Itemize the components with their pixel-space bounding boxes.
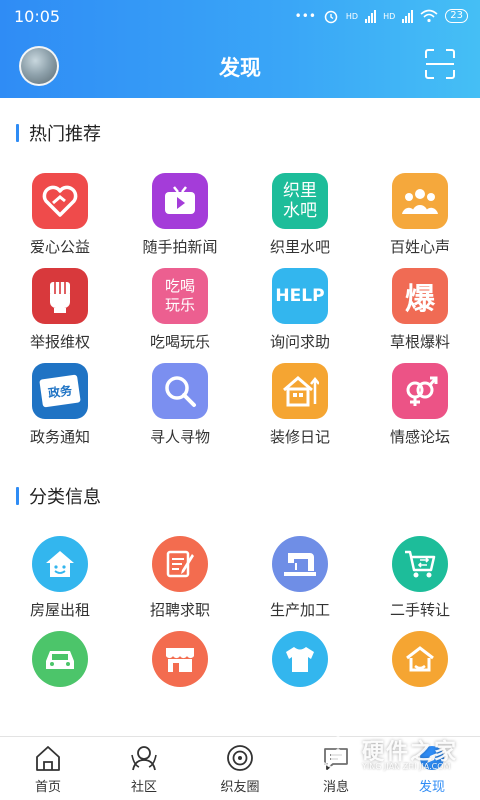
fist-icon bbox=[32, 268, 88, 324]
circle-icon bbox=[227, 745, 253, 771]
tv-icon bbox=[152, 173, 208, 229]
community-icon bbox=[131, 746, 157, 771]
hot-item-label: 草根爆料 bbox=[389, 333, 450, 351]
burst-icon: 爆 bbox=[392, 268, 448, 324]
home-icon bbox=[36, 746, 60, 771]
heart-icon bbox=[32, 173, 88, 229]
watermark-pinyin: YING JIAN ZHI JIA.COM bbox=[362, 762, 451, 771]
classified-item-second-hand[interactable]: 二手转让 bbox=[360, 536, 480, 631]
classified-item-clothing[interactable] bbox=[240, 631, 360, 726]
hot-item-label: 政务通知 bbox=[29, 428, 90, 446]
sewing-machine-icon bbox=[272, 536, 328, 592]
watermark: 硬件之家 YING JIAN ZHI JIA.COM bbox=[318, 728, 468, 780]
hot-item-label: 装修日记 bbox=[269, 428, 330, 446]
house-face-icon bbox=[32, 536, 88, 592]
car-icon bbox=[32, 631, 88, 687]
status-bar: 10:05 ••• HD HD 23 bbox=[0, 0, 480, 34]
status-time: 10:05 bbox=[14, 7, 61, 26]
section-hot-label: 热门推荐 bbox=[29, 124, 101, 145]
alarm-icon bbox=[324, 10, 338, 24]
nav-circle[interactable]: 织友圈 bbox=[192, 737, 288, 800]
hot-item-charity[interactable]: 爱心公益 bbox=[0, 173, 120, 268]
hot-item-label: 百姓心声 bbox=[389, 238, 450, 256]
classified-item-label: 二手转让 bbox=[389, 601, 450, 619]
classified-item-label: 生产加工 bbox=[269, 601, 330, 619]
classified-grid: 房屋出租 招聘求职 生产加工 二手转让 bbox=[0, 536, 480, 726]
classified-item-label: 招聘求职 bbox=[149, 601, 210, 619]
wifi-icon bbox=[420, 9, 438, 23]
water-bar-icon: 织里 水吧 bbox=[272, 173, 328, 229]
nav-home[interactable]: 首页 bbox=[0, 737, 96, 800]
hot-item-label: 询问求助 bbox=[269, 333, 330, 351]
gender-icon bbox=[392, 363, 448, 419]
hot-item-label: 吃喝玩乐 bbox=[149, 333, 210, 351]
hot-item-report[interactable]: 举报维权 bbox=[0, 268, 120, 363]
section-classified-label: 分类信息 bbox=[29, 487, 101, 508]
hot-item-label: 随手拍新闻 bbox=[142, 238, 218, 256]
hot-item-label: 情感论坛 bbox=[389, 428, 450, 446]
nav-community-label: 社区 bbox=[130, 780, 157, 795]
network-hd-label-2: HD bbox=[383, 11, 396, 21]
hot-item-news[interactable]: 随手拍新闻 bbox=[120, 173, 240, 268]
house-icon bbox=[272, 363, 328, 419]
signal-icon bbox=[365, 9, 377, 23]
classified-item-jobs[interactable]: 招聘求职 bbox=[120, 536, 240, 631]
hot-item-label: 寻人寻物 bbox=[149, 428, 210, 446]
classified-item-home-deal[interactable] bbox=[360, 631, 480, 726]
government-icon-text: 政务 bbox=[39, 374, 81, 408]
government-icon: 政务 bbox=[32, 363, 88, 419]
classified-item-label: 房屋出租 bbox=[29, 601, 90, 619]
signal-icon-2 bbox=[402, 9, 414, 23]
hot-grid: 爱心公益 随手拍新闻 织里 水吧 织里水吧 百姓心声 举报维权 吃喝 玩乐 吃喝… bbox=[0, 173, 480, 458]
magnifier-icon bbox=[152, 363, 208, 419]
nav-community[interactable]: 社区 bbox=[96, 737, 192, 800]
page-title: 发现 bbox=[219, 56, 261, 80]
battery-indicator: 23 bbox=[445, 9, 468, 23]
network-hd-label: HD bbox=[345, 11, 359, 21]
help-icon: HELP bbox=[272, 268, 328, 324]
nav-circle-label: 织友圈 bbox=[220, 780, 260, 795]
classified-item-shop[interactable] bbox=[120, 631, 240, 726]
hot-item-label: 织里水吧 bbox=[269, 238, 330, 256]
shirt-icon bbox=[272, 631, 328, 687]
hot-item-fun[interactable]: 吃喝 玩乐 吃喝玩乐 bbox=[120, 268, 240, 363]
hot-item-help[interactable]: HELP 询问求助 bbox=[240, 268, 360, 363]
hot-item-gov[interactable]: 政务 政务通知 bbox=[0, 363, 120, 458]
shop-icon bbox=[152, 631, 208, 687]
hot-item-voice[interactable]: 百姓心声 bbox=[360, 173, 480, 268]
status-icons: ••• HD HD 23 bbox=[295, 8, 468, 24]
section-classified-title: 分类信息 bbox=[16, 483, 101, 509]
hot-item-water-bar[interactable]: 织里 水吧 织里水吧 bbox=[240, 173, 360, 268]
more-dots-icon: ••• bbox=[294, 9, 316, 23]
nav-home-label: 首页 bbox=[34, 780, 61, 795]
classified-item-rent[interactable]: 房屋出租 bbox=[0, 536, 120, 631]
watermark-logo-icon bbox=[321, 735, 355, 773]
hot-item-decor[interactable]: 装修日记 bbox=[240, 363, 360, 458]
classified-item-car[interactable] bbox=[0, 631, 120, 726]
fun-icon: 吃喝 玩乐 bbox=[152, 268, 208, 324]
notepad-icon bbox=[152, 536, 208, 592]
section-accent-bar bbox=[16, 124, 19, 142]
hot-item-forum[interactable]: 情感论坛 bbox=[360, 363, 480, 458]
cart-icon bbox=[392, 536, 448, 592]
home-deal-icon bbox=[392, 631, 448, 687]
scan-icon[interactable] bbox=[424, 48, 456, 80]
classified-item-manufacture[interactable]: 生产加工 bbox=[240, 536, 360, 631]
hot-item-lost-found[interactable]: 寻人寻物 bbox=[120, 363, 240, 458]
section-accent-bar bbox=[16, 487, 19, 505]
hot-item-label: 爱心公益 bbox=[29, 238, 90, 256]
hot-item-label: 举报维权 bbox=[29, 333, 90, 351]
people-icon bbox=[392, 173, 448, 229]
hot-item-tips[interactable]: 爆 草根爆料 bbox=[360, 268, 480, 363]
section-hot-title: 热门推荐 bbox=[16, 120, 101, 146]
app-header: 10:05 ••• HD HD 23 发现 bbox=[0, 0, 480, 98]
